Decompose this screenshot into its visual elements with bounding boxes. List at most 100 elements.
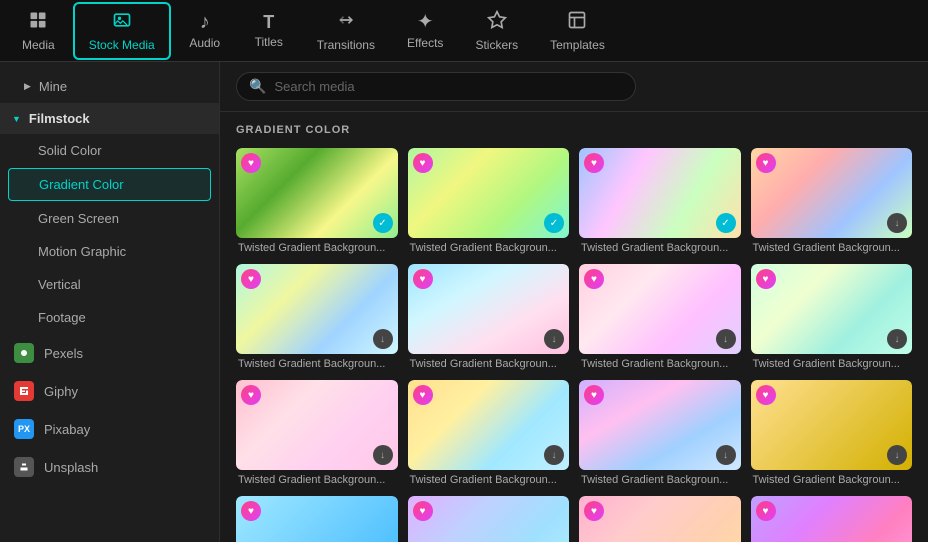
media-card-label: Twisted Gradient Backgroun...	[408, 474, 570, 486]
media-thumb: ♥✓	[408, 148, 570, 238]
nav-stickers[interactable]: Stickers	[461, 4, 532, 58]
media-thumb: ♥↓	[408, 264, 570, 354]
media-card-7[interactable]: ♥↓ Twisted Gradient Backgroun...	[579, 264, 741, 370]
media-card-label: Twisted Gradient Backgroun...	[751, 474, 913, 486]
motion-graphic-label: Motion Graphic	[38, 244, 126, 259]
media-card-1[interactable]: ♥✓ Twisted Gradient Backgroun...	[236, 148, 398, 254]
sidebar-item-gradient-color[interactable]: Gradient Color	[8, 168, 211, 201]
sidebar-item-filmstock[interactable]: ▼ Filmstock	[0, 103, 219, 134]
mine-chevron-icon: ▶	[24, 81, 31, 92]
media-thumb: ♥↓	[236, 264, 398, 354]
sidebar-item-mine[interactable]: ▶ Mine	[8, 71, 211, 102]
media-thumb: ♥↓	[751, 148, 913, 238]
heart-badge: ♥	[756, 385, 776, 405]
unsplash-icon	[14, 457, 34, 477]
check-badge: ✓	[716, 213, 736, 233]
heart-badge: ♥	[584, 153, 604, 173]
sidebar-item-vertical[interactable]: Vertical	[8, 269, 211, 300]
nav-templates[interactable]: Templates	[536, 4, 619, 58]
pixabay-label: Pixabay	[44, 422, 90, 437]
sidebar-item-motion-graphic[interactable]: Motion Graphic	[8, 236, 211, 267]
pexels-icon	[14, 343, 34, 363]
media-card-label: Twisted Gradient Backgroun...	[579, 358, 741, 370]
gradient-color-label: Gradient Color	[39, 177, 124, 192]
sidebar-item-unsplash[interactable]: Unsplash	[0, 449, 219, 485]
media-thumb: ♥↓	[408, 380, 570, 470]
media-card-16[interactable]: ♥ Twisted Gradient Backgroun...	[751, 496, 913, 542]
media-card-6[interactable]: ♥↓ Twisted Gradient Backgroun...	[408, 264, 570, 370]
media-thumb: ♥✓	[236, 148, 398, 238]
media-card-15[interactable]: ♥ Twisted Gradient Backgroun...	[579, 496, 741, 542]
media-card-label: Twisted Gradient Backgroun...	[751, 358, 913, 370]
filmstock-chevron-icon: ▼	[12, 114, 21, 124]
media-thumb: ♥↓	[236, 380, 398, 470]
download-badge: ↓	[887, 329, 907, 349]
media-card-label: Twisted Gradient Backgroun...	[236, 358, 398, 370]
sidebar-item-footage[interactable]: Footage	[8, 302, 211, 333]
sidebar-item-pexels[interactable]: Pexels	[0, 335, 219, 371]
media-card-4[interactable]: ♥↓ Twisted Gradient Backgroun...	[751, 148, 913, 254]
heart-badge: ♥	[241, 501, 261, 521]
media-thumb: ♥	[579, 496, 741, 542]
footage-label: Footage	[38, 310, 86, 325]
heart-badge: ♥	[413, 153, 433, 173]
transitions-icon	[336, 10, 356, 34]
sidebar-item-pixabay[interactable]: PX Pixabay	[0, 411, 219, 447]
nav-titles[interactable]: T Titles	[239, 7, 299, 55]
media-card-8[interactable]: ♥ ↓ Twisted Gradient Backgroun...	[751, 264, 913, 370]
media-card-label: Twisted Gradient Backgroun...	[579, 242, 741, 254]
green-screen-label: Green Screen	[38, 211, 119, 226]
media-card-11[interactable]: ♥↓ Twisted Gradient Backgroun...	[579, 380, 741, 486]
sidebar-item-green-screen[interactable]: Green Screen	[8, 203, 211, 234]
media-card-label: Twisted Gradient Backgroun...	[236, 474, 398, 486]
media-card-12[interactable]: ♥↓ Twisted Gradient Backgroun...	[751, 380, 913, 486]
nav-transitions-label: Transitions	[317, 38, 375, 52]
media-card-13[interactable]: ♥ Twisted Gradient Backgroun...	[236, 496, 398, 542]
titles-icon: T	[263, 13, 274, 31]
media-card-10[interactable]: ♥↓ Twisted Gradient Backgroun...	[408, 380, 570, 486]
heart-badge: ♥	[584, 501, 604, 521]
media-card-9[interactable]: ♥↓ Twisted Gradient Backgroun...	[236, 380, 398, 486]
download-badge: ↓	[887, 213, 907, 233]
download-badge: ↓	[373, 445, 393, 465]
stickers-icon	[487, 10, 507, 34]
media-card-3[interactable]: ♥ ✓ Twisted Gradient Backgroun...	[579, 148, 741, 254]
nav-media[interactable]: Media	[8, 4, 69, 58]
section-label: GRADIENT COLOR	[236, 124, 912, 136]
download-badge: ↓	[716, 445, 736, 465]
sidebar-item-giphy[interactable]: Giphy	[0, 373, 219, 409]
media-card-14[interactable]: ♥ Twisted Gradient Backgroun...	[408, 496, 570, 542]
search-input[interactable]	[274, 79, 574, 94]
sidebar-mine-label: Mine	[39, 79, 67, 94]
audio-icon: ♪	[200, 12, 210, 32]
download-badge: ↓	[544, 445, 564, 465]
pixabay-icon: PX	[14, 419, 34, 439]
unsplash-label: Unsplash	[44, 460, 98, 475]
heart-badge: ♥	[241, 385, 261, 405]
nav-effects[interactable]: ✦ Effects	[393, 6, 457, 56]
media-thumb: ♥↓	[751, 380, 913, 470]
media-card-5[interactable]: ♥↓ Twisted Gradient Backgroun...	[236, 264, 398, 370]
search-wrapper: 🔍	[236, 72, 636, 101]
nav-stock-media-label: Stock Media	[89, 38, 155, 52]
nav-titles-label: Titles	[255, 35, 283, 49]
giphy-icon	[14, 381, 34, 401]
media-card-label: Twisted Gradient Backgroun...	[236, 242, 398, 254]
media-card-label: Twisted Gradient Backgroun...	[408, 242, 570, 254]
download-badge: ↓	[887, 445, 907, 465]
media-card-label: Twisted Gradient Backgroun...	[751, 242, 913, 254]
media-card-label: Twisted Gradient Backgroun...	[579, 474, 741, 486]
media-card-2[interactable]: ♥✓ Twisted Gradient Backgroun...	[408, 148, 570, 254]
media-thumb: ♥↓	[579, 380, 741, 470]
heart-badge: ♥	[756, 501, 776, 521]
nav-audio[interactable]: ♪ Audio	[175, 6, 235, 56]
nav-stock-media[interactable]: Stock Media	[73, 2, 171, 60]
nav-transitions[interactable]: Transitions	[303, 4, 389, 58]
media-icon	[28, 10, 48, 34]
download-badge: ↓	[373, 329, 393, 349]
media-grid: ♥✓ Twisted Gradient Backgroun... ♥✓ Twis…	[236, 148, 912, 542]
heart-badge: ♥	[756, 269, 776, 289]
vertical-label: Vertical	[38, 277, 81, 292]
heart-badge: ♥	[413, 385, 433, 405]
sidebar-item-solid-color[interactable]: Solid Color	[8, 135, 211, 166]
